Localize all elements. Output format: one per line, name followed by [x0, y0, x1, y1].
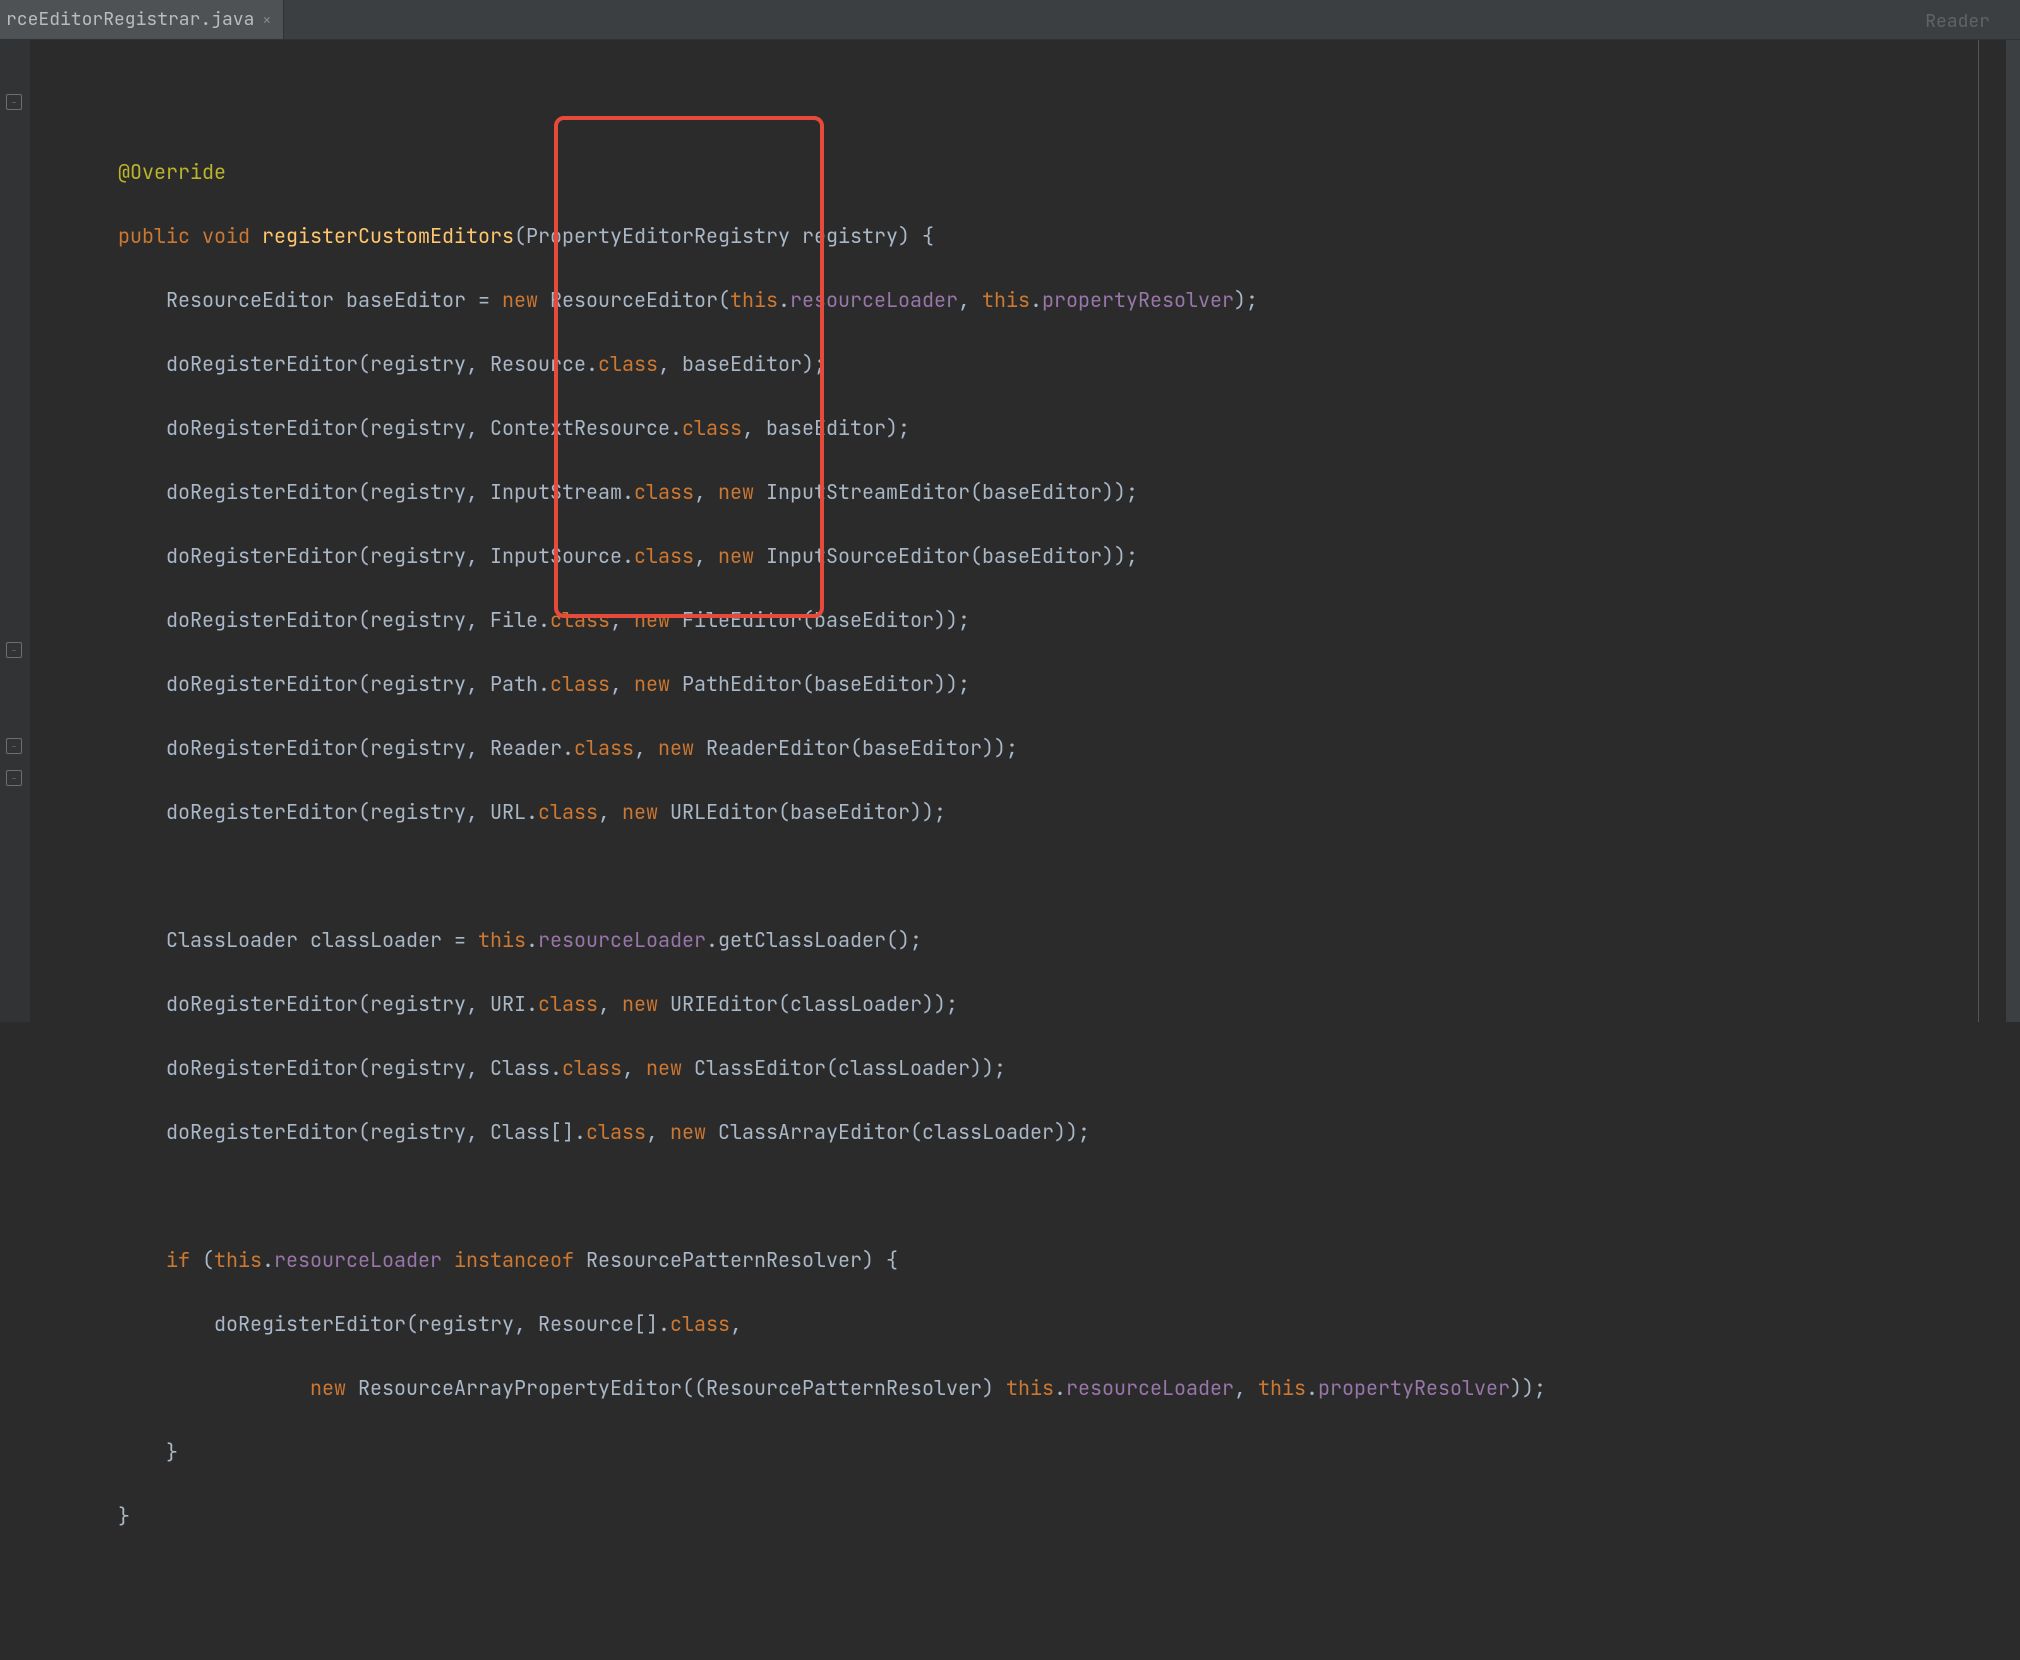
code-line: doRegisterEditor(registry, Resource[].cl… — [70, 1308, 2020, 1340]
code-line: @Override — [70, 156, 2020, 188]
code-line — [70, 860, 2020, 892]
gutter: − − − − — [0, 40, 30, 1022]
code-area[interactable]: @Override public void registerCustomEdit… — [30, 40, 2020, 1022]
right-margin-line — [1978, 40, 1979, 1022]
scrollbar-strip[interactable] — [2006, 40, 2020, 1022]
code-line: doRegisterEditor(registry, URI.class, ne… — [70, 988, 2020, 1020]
code-line: doRegisterEditor(registry, InputStream.c… — [70, 476, 2020, 508]
code-line: new ResourceArrayPropertyEditor((Resourc… — [70, 1372, 2020, 1404]
fold-icon[interactable]: − — [6, 642, 22, 658]
close-icon[interactable]: × — [262, 10, 271, 30]
fold-icon[interactable]: − — [6, 738, 22, 754]
tab-bar: rceEditorRegistrar.java × — [0, 0, 2020, 40]
fold-icon[interactable]: − — [6, 770, 22, 786]
code-line: public void registerCustomEditors(Proper… — [70, 220, 2020, 252]
tab-filename: rceEditorRegistrar.java — [6, 8, 254, 31]
editor-tab[interactable]: rceEditorRegistrar.java × — [0, 0, 284, 39]
code-line: doRegisterEditor(registry, Reader.class,… — [70, 732, 2020, 764]
code-line: doRegisterEditor(registry, InputSource.c… — [70, 540, 2020, 572]
code-line: } — [70, 1436, 2020, 1468]
code-line: if (this.resourceLoader instanceof Resou… — [70, 1244, 2020, 1276]
code-line: doRegisterEditor(registry, Class[].class… — [70, 1116, 2020, 1148]
code-line: ClassLoader classLoader = this.resourceL… — [70, 924, 2020, 956]
code-line: doRegisterEditor(registry, ContextResour… — [70, 412, 2020, 444]
code-line: ResourceEditor baseEditor = new Resource… — [70, 284, 2020, 316]
code-line: doRegisterEditor(registry, Resource.clas… — [70, 348, 2020, 380]
code-line: doRegisterEditor(registry, File.class, n… — [70, 604, 2020, 636]
code-line: doRegisterEditor(registry, URL.class, ne… — [70, 796, 2020, 828]
fold-icon[interactable]: − — [6, 94, 22, 110]
code-line: } — [70, 1500, 2020, 1532]
code-line: doRegisterEditor(registry, Path.class, n… — [70, 668, 2020, 700]
code-line: doRegisterEditor(registry, Class.class, … — [70, 1052, 2020, 1084]
method-name: registerCustomEditors — [262, 223, 514, 249]
annotation: @Override — [118, 159, 226, 185]
breadcrumb-right: Reader — [1925, 10, 1990, 33]
editor: − − − − @Override public void registerCu… — [0, 40, 2020, 1022]
code-line — [70, 1180, 2020, 1212]
